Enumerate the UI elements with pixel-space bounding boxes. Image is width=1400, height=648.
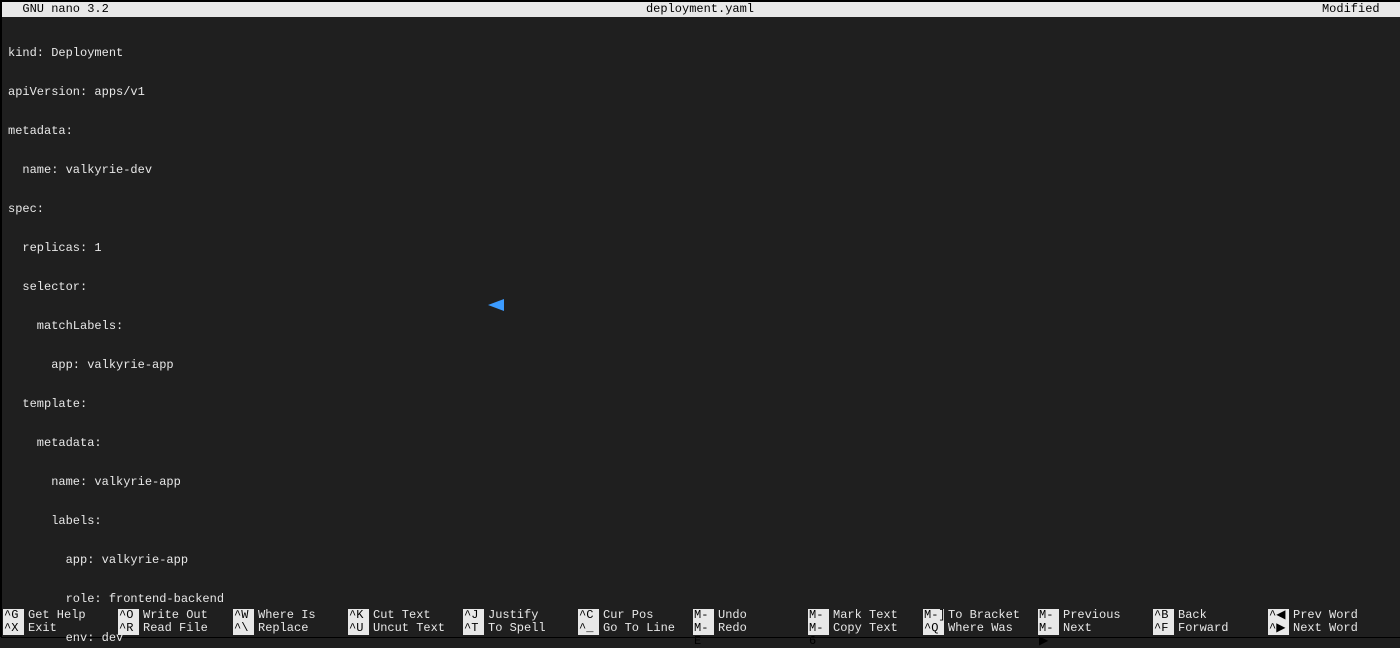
editor-line: metadata: <box>8 437 1394 450</box>
titlebar: GNU nano 3.2 deployment.yaml Modified <box>2 2 1400 17</box>
editor-line: name: valkyrie-app <box>8 476 1394 489</box>
shortcut-copy-text[interactable]: M-6Copy Text <box>808 622 923 635</box>
app-version: GNU nano 3.2 <box>8 2 109 17</box>
editor-line: app: valkyrie-app <box>8 359 1394 372</box>
editor-line: kind: Deployment <box>8 47 1394 60</box>
shortcut-to-spell[interactable]: ^TTo Spell <box>463 622 578 635</box>
shortcut-read-file[interactable]: ^RRead File <box>118 622 233 635</box>
editor-line: spec: <box>8 203 1394 216</box>
editor-area[interactable]: kind: Deployment apiVersion: apps/v1 met… <box>2 17 1400 648</box>
shortcut-previous[interactable]: M-◀Previous <box>1038 609 1153 622</box>
modified-indicator: Modified <box>1322 2 1394 17</box>
shortcut-where-was[interactable]: ^QWhere Was <box>923 622 1038 635</box>
editor-line: replicas: 1 <box>8 242 1394 255</box>
editor-line: selector: <box>8 281 1394 294</box>
editor-line: role: frontend-backend <box>8 593 1394 606</box>
shortcut-uncut-text[interactable]: ^UUncut Text <box>348 622 463 635</box>
annotation-arrow-icon <box>488 298 748 312</box>
shortcut-bar: ^GGet Help ^XExit ^OWrite Out ^RRead Fil… <box>0 609 1400 637</box>
shortcut-go-to-line[interactable]: ^_Go To Line <box>578 622 693 635</box>
filename: deployment.yaml <box>0 2 1400 17</box>
shortcut-next-word[interactable]: ^▶Next Word <box>1268 622 1383 635</box>
editor-line: app: valkyrie-app <box>8 554 1394 567</box>
shortcut-replace[interactable]: ^\Replace <box>233 622 348 635</box>
shortcut-next[interactable]: M-▶Next <box>1038 622 1153 635</box>
shortcut-redo[interactable]: M-ERedo <box>693 622 808 635</box>
editor-line: labels: <box>8 515 1394 528</box>
editor-line: name: valkyrie-dev <box>8 164 1394 177</box>
editor-line: apiVersion: apps/v1 <box>8 86 1394 99</box>
shortcut-undo[interactable]: M-UUndo <box>693 609 808 622</box>
editor-line: matchLabels: <box>8 320 1394 333</box>
shortcut-exit[interactable]: ^XExit <box>3 622 118 635</box>
editor-line: template: <box>8 398 1394 411</box>
editor-line: metadata: <box>8 125 1394 138</box>
shortcut-get-help[interactable]: ^GGet Help <box>3 609 118 622</box>
shortcut-forward[interactable]: ^FForward <box>1153 622 1268 635</box>
